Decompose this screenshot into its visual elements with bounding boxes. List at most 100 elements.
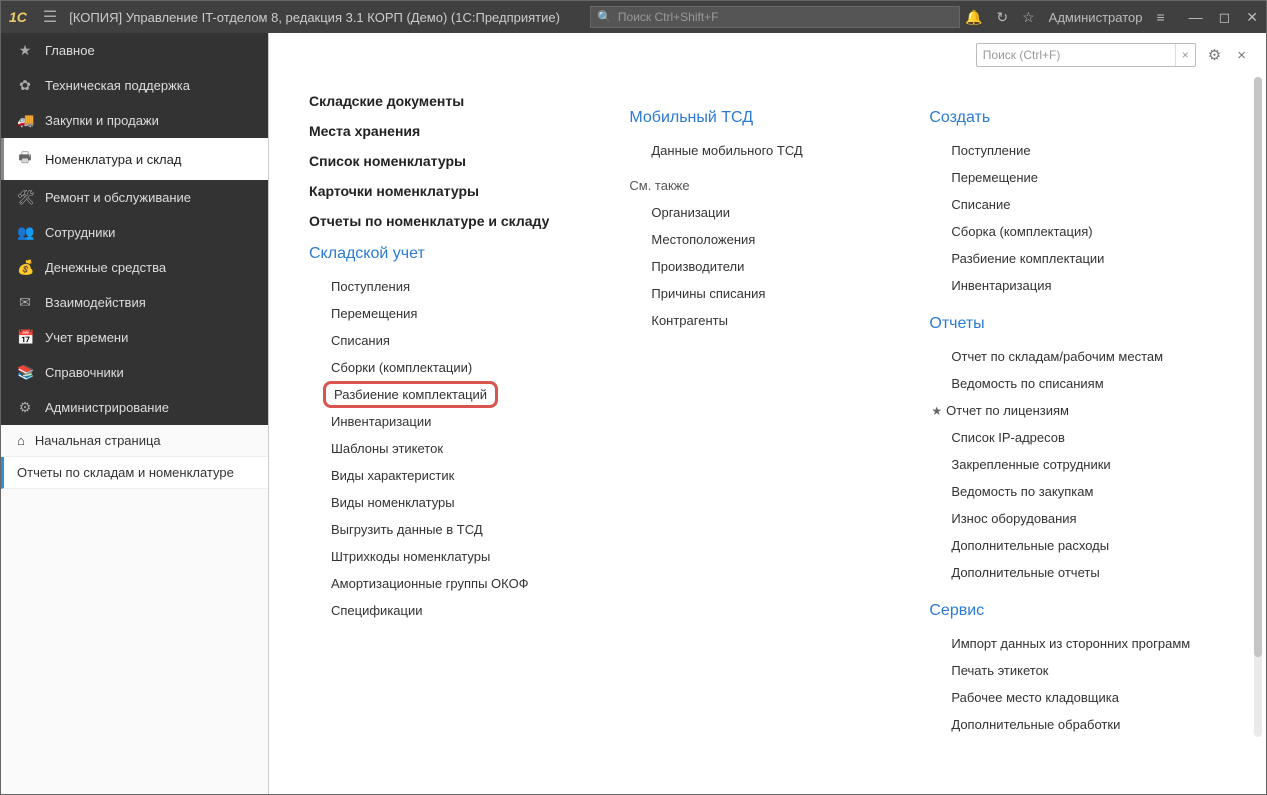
- sidebar-item-9[interactable]: 📚Справочники: [1, 355, 268, 390]
- sidebar-tab-label: Начальная страница: [35, 433, 161, 448]
- scrollbar-thumb[interactable]: [1254, 77, 1262, 657]
- nav-link-label: Шаблоны этикеток: [331, 441, 443, 456]
- column-1: Складские документы Места хранения Список …: [309, 93, 549, 738]
- nav-link[interactable]: Инвентаризации: [331, 408, 549, 435]
- nav-link[interactable]: Отчет по складам/рабочим местам: [951, 343, 1190, 370]
- nav-link[interactable]: Рабочее место кладовщика: [951, 684, 1190, 711]
- panel-close-icon[interactable]: ×: [1233, 47, 1250, 64]
- nav-link-label: Закрепленные сотрудники: [951, 457, 1110, 472]
- bell-icon[interactable]: 🔔: [965, 9, 982, 26]
- nav-link[interactable]: Инвентаризация: [951, 272, 1190, 299]
- sidebar-item-5[interactable]: 👥Сотрудники: [1, 215, 268, 250]
- sidebar-item-10[interactable]: ⚙Администрирование: [1, 390, 268, 425]
- nav-link[interactable]: Причины списания: [651, 280, 849, 307]
- section-head-warehouse[interactable]: Складской учет: [309, 245, 549, 263]
- user-label[interactable]: Администратор: [1049, 10, 1143, 25]
- local-search-input[interactable]: Поиск (Ctrl+F) ×: [976, 43, 1196, 67]
- local-search-clear-icon[interactable]: ×: [1175, 44, 1189, 66]
- nav-link-label: Виды характеристик: [331, 468, 454, 483]
- sidebar-item-label: Денежные средства: [45, 260, 166, 275]
- sidebar-item-3[interactable]: 🖶Номенклатура и склад: [1, 138, 268, 180]
- close-button[interactable]: ✕: [1246, 9, 1258, 26]
- nav-link[interactable]: Виды номенклатуры: [331, 489, 549, 516]
- nav-link-label: Список IP-адресов: [951, 430, 1065, 445]
- sidebar-item-1[interactable]: ✿Техническая поддержка: [1, 68, 268, 103]
- nav-link[interactable]: Поступление: [951, 137, 1190, 164]
- history-icon[interactable]: ↻: [996, 9, 1008, 26]
- sidebar-item-label: Учет времени: [45, 330, 128, 345]
- content-area: Складские документы Места хранения Список …: [269, 73, 1266, 794]
- home-icon: ⌂: [17, 433, 25, 448]
- nav-link[interactable]: Шаблоны этикеток: [331, 435, 549, 462]
- nav-link[interactable]: Печать этикеток: [951, 657, 1190, 684]
- nav-link[interactable]: Контрагенты: [651, 307, 849, 334]
- nav-link[interactable]: Список IP-адресов: [951, 424, 1190, 451]
- nav-link[interactable]: Износ оборудования: [951, 505, 1190, 532]
- nav-link[interactable]: Списания: [331, 327, 549, 354]
- nav-link[interactable]: Перемещение: [951, 164, 1190, 191]
- nav-link[interactable]: Штрихкоды номенклатуры: [331, 543, 549, 570]
- nav-link[interactable]: Перемещения: [331, 300, 549, 327]
- section-head-service[interactable]: Сервис: [929, 602, 1190, 620]
- sidebar-item-label: Взаимодействия: [45, 295, 146, 310]
- nav-link[interactable]: Поступления: [331, 273, 549, 300]
- nav-link[interactable]: Выгрузить данные в ТСД: [331, 516, 549, 543]
- sidebar-item-8[interactable]: 📅Учет времени: [1, 320, 268, 355]
- sidebar-item-label: Закупки и продажи: [45, 113, 159, 128]
- nav-link[interactable]: Разбиение комплектации: [951, 245, 1190, 272]
- sidebar-item-6[interactable]: 💰Денежные средства: [1, 250, 268, 285]
- sidebar-tab-0[interactable]: ⌂ Начальная страница: [1, 425, 268, 457]
- sidebar-item-7[interactable]: ✉Взаимодействия: [1, 285, 268, 320]
- bold-link[interactable]: Карточки номенклатуры: [309, 183, 549, 199]
- nav-link[interactable]: Производители: [651, 253, 849, 280]
- nav-link[interactable]: Амортизационные группы ОКОФ: [331, 570, 549, 597]
- sidebar-tab-1[interactable]: Отчеты по складам и номенклатуре: [1, 457, 268, 489]
- sidebar-item-0[interactable]: ★Главное: [1, 33, 268, 68]
- nav-link[interactable]: Импорт данных из сторонних программ: [951, 630, 1190, 657]
- logo-1c: 1C: [9, 9, 27, 25]
- nav-link[interactable]: Списание: [951, 191, 1190, 218]
- nav-link[interactable]: Сборки (комплектации): [331, 354, 549, 381]
- bold-link[interactable]: Список номенклатуры: [309, 153, 549, 169]
- sidebar-item-icon: ✿: [17, 77, 33, 94]
- nav-link[interactable]: ★Отчет по лицензиям: [951, 397, 1190, 424]
- nav-link[interactable]: Виды характеристик: [331, 462, 549, 489]
- section-head-mobile-tsd[interactable]: Мобильный ТСД: [629, 109, 849, 127]
- bold-link[interactable]: Места хранения: [309, 123, 549, 139]
- star-icon[interactable]: ☆: [1022, 9, 1035, 26]
- nav-link-label: Отчет по лицензиям: [946, 403, 1069, 418]
- nav-link[interactable]: Дополнительные расходы: [951, 532, 1190, 559]
- section-head-create[interactable]: Создать: [929, 109, 1190, 127]
- settings-gear-icon[interactable]: ⚙: [1204, 46, 1225, 64]
- col3-links1: ПоступлениеПеремещениеСписаниеСборка (ко…: [929, 137, 1190, 299]
- window-title: [КОПИЯ] Управление IT-отделом 8, редакци…: [69, 10, 560, 25]
- nav-link[interactable]: Дополнительные обработки: [951, 711, 1190, 738]
- window-controls: — ◻ ✕: [1189, 9, 1258, 26]
- nav-link[interactable]: Закрепленные сотрудники: [951, 451, 1190, 478]
- nav-link-label: Отчет по складам/рабочим местам: [951, 349, 1163, 364]
- nav-link-label: Инвентаризации: [331, 414, 431, 429]
- global-search-input[interactable]: 🔍 Поиск Ctrl+Shift+F: [590, 6, 960, 28]
- bold-link[interactable]: Отчеты по номенклатуре и складу: [309, 213, 549, 229]
- nav-link[interactable]: Спецификации: [331, 597, 549, 624]
- nav-link[interactable]: Организации: [651, 199, 849, 226]
- col3-links2: Отчет по складам/рабочим местам Ведомость…: [929, 343, 1190, 586]
- sidebar-item-2[interactable]: 🚚Закупки и продажи: [1, 103, 268, 138]
- bold-link[interactable]: Складские документы: [309, 93, 549, 109]
- minimize-button[interactable]: —: [1189, 9, 1203, 26]
- nav-link[interactable]: Данные мобильного ТСД: [651, 137, 849, 164]
- nav-link-label: Дополнительные расходы: [951, 538, 1109, 553]
- nav-link[interactable]: Ведомость по закупкам: [951, 478, 1190, 505]
- nav-link[interactable]: Дополнительные отчеты: [951, 559, 1190, 586]
- nav-link[interactable]: Местоположения: [651, 226, 849, 253]
- nav-link[interactable]: Сборка (комплектация): [951, 218, 1190, 245]
- nav-link[interactable]: Ведомость по списаниям: [951, 370, 1190, 397]
- menu-lines-icon[interactable]: ≡: [1156, 9, 1164, 25]
- nav-link-label: Перемещения: [331, 306, 417, 321]
- nav-link-label: Поступления: [331, 279, 410, 294]
- nav-link[interactable]: Разбиение комплектаций: [323, 381, 498, 408]
- hamburger-icon[interactable]: ☰: [43, 7, 57, 27]
- sidebar-item-4[interactable]: 🛠Ремонт и обслуживание: [1, 180, 268, 215]
- maximize-button[interactable]: ◻: [1219, 9, 1231, 26]
- section-head-reports[interactable]: Отчеты: [929, 315, 1190, 333]
